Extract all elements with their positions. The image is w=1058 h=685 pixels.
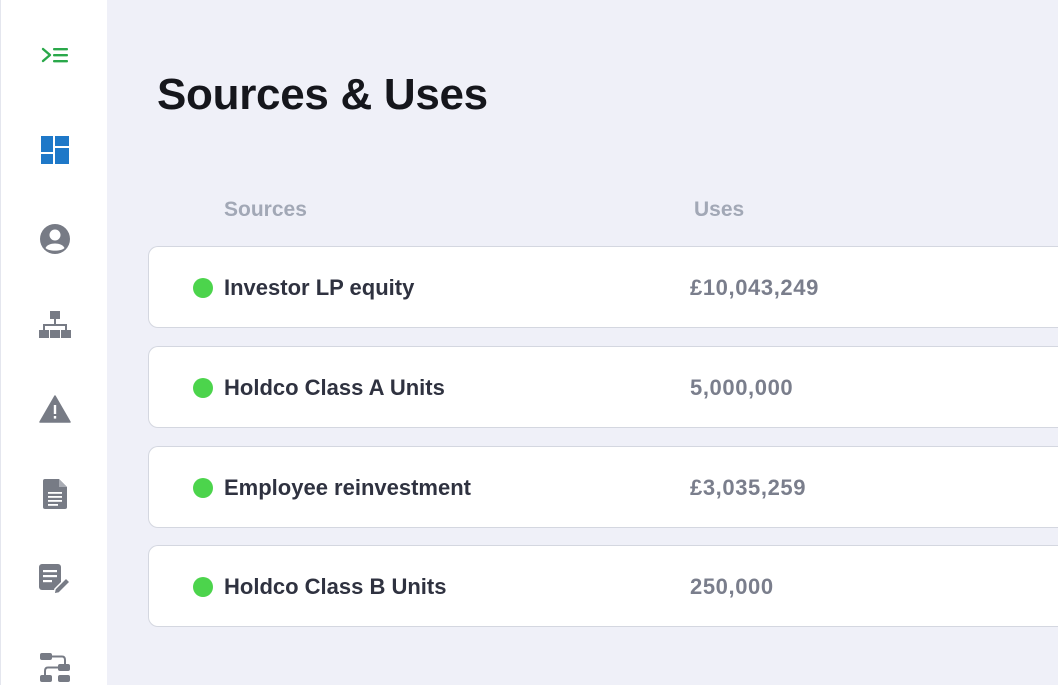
dashboard-icon xyxy=(41,136,69,164)
column-header-sources: Sources xyxy=(224,198,307,221)
warning-icon xyxy=(39,395,71,423)
app-window: Sources & Uses Sources Uses Investor LP … xyxy=(0,0,1058,685)
source-name: Investor LP equity xyxy=(224,275,415,300)
sidebar-toggle-button[interactable] xyxy=(35,37,75,77)
table-row[interactable]: Employee reinvestment £3,035,259 xyxy=(148,446,1058,528)
source-name: Holdco Class B Units xyxy=(224,574,447,599)
sidebar-item-documents[interactable] xyxy=(35,474,75,514)
column-header-uses: Uses xyxy=(694,198,745,221)
source-name: Employee reinvestment xyxy=(224,475,471,500)
sidebar-item-dashboard[interactable] xyxy=(35,130,75,170)
status-dot xyxy=(193,278,213,298)
sidebar xyxy=(0,0,107,685)
page-title: Sources & Uses xyxy=(157,70,488,119)
use-amount: 250,000 xyxy=(690,574,774,599)
sidebar-item-reports[interactable] xyxy=(35,560,75,600)
collapse-menu-icon xyxy=(41,47,68,63)
main-content: Sources & Uses Sources Uses Investor LP … xyxy=(107,0,1058,685)
status-dot xyxy=(193,577,213,597)
sidebar-item-workflow[interactable] xyxy=(35,648,75,685)
sidebar-item-alerts[interactable] xyxy=(35,389,75,429)
use-amount: £3,035,259 xyxy=(690,475,807,500)
user-icon xyxy=(40,224,70,254)
use-amount: £10,043,249 xyxy=(690,275,819,300)
use-amount: 5,000,000 xyxy=(690,375,794,400)
status-dot xyxy=(193,378,213,398)
table-row[interactable]: Investor LP equity £10,043,249 xyxy=(148,246,1058,328)
edit-document-icon xyxy=(39,564,72,595)
sidebar-item-structure[interactable] xyxy=(35,305,75,345)
org-chart-icon xyxy=(39,311,71,338)
table-row[interactable]: Holdco Class B Units 250,000 xyxy=(148,545,1058,627)
sidebar-item-profile[interactable] xyxy=(35,219,75,259)
table-row[interactable]: Holdco Class A Units 5,000,000 xyxy=(148,346,1058,428)
source-name: Holdco Class A Units xyxy=(224,375,445,400)
document-icon xyxy=(43,479,67,509)
status-dot xyxy=(193,478,213,498)
workflow-icon xyxy=(40,653,70,682)
